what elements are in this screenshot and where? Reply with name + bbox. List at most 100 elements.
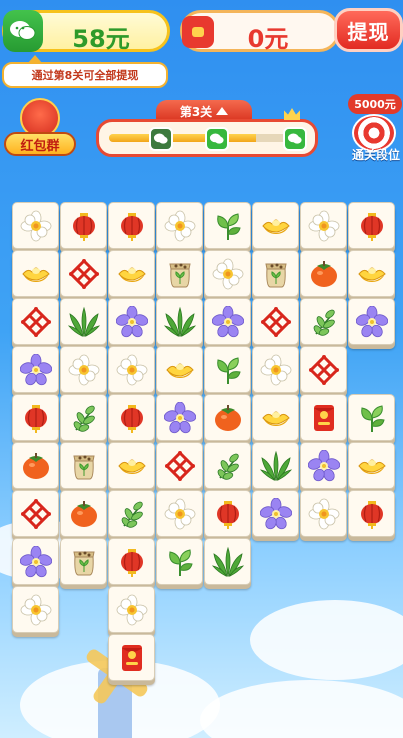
- purple-flower-icon: [259, 497, 292, 530]
- narcissus-flower-icon: [308, 210, 340, 242]
- chinese-knot-icon: [260, 306, 292, 338]
- tile[interactable]: [12, 346, 59, 393]
- tile[interactable]: [12, 490, 59, 537]
- red-lantern-icon: [116, 546, 148, 578]
- tile[interactable]: [204, 298, 251, 345]
- green-plant-sprout-icon: [356, 402, 388, 434]
- chinese-knot-icon: [308, 354, 340, 386]
- tile[interactable]: [108, 442, 155, 489]
- tile[interactable]: [156, 298, 203, 345]
- seed-bag-icon: [68, 546, 100, 578]
- narcissus-flower-icon: [164, 498, 196, 530]
- purple-flower-icon: [307, 449, 340, 482]
- chinese-knot-icon: [68, 258, 100, 290]
- purple-flower-icon: [355, 305, 388, 338]
- red-lantern-icon: [68, 210, 100, 242]
- tile[interactable]: [60, 298, 107, 345]
- gold-ingot-icon: [164, 354, 196, 386]
- herb-leaves-icon: [212, 450, 244, 482]
- tile[interactable]: [348, 298, 395, 345]
- tile[interactable]: [156, 250, 203, 297]
- tile[interactable]: [108, 202, 155, 249]
- tile[interactable]: [60, 442, 107, 489]
- tile[interactable]: [12, 538, 59, 585]
- tile[interactable]: [204, 202, 251, 249]
- tile[interactable]: [60, 490, 107, 537]
- tile[interactable]: [12, 298, 59, 345]
- tile[interactable]: [300, 298, 347, 345]
- tile-board: [0, 0, 403, 738]
- herb-leaves-icon: [68, 402, 100, 434]
- tile[interactable]: [252, 490, 299, 537]
- tile[interactable]: [348, 250, 395, 297]
- tile[interactable]: [12, 442, 59, 489]
- tile[interactable]: [156, 202, 203, 249]
- tile[interactable]: [348, 394, 395, 441]
- tile[interactable]: [156, 394, 203, 441]
- tile[interactable]: [348, 490, 395, 537]
- tile[interactable]: [156, 538, 203, 585]
- green-plant-sprout-icon: [212, 354, 244, 386]
- tile[interactable]: [12, 394, 59, 441]
- red-lantern-icon: [212, 498, 244, 530]
- tile[interactable]: [252, 394, 299, 441]
- tile[interactable]: [60, 394, 107, 441]
- tile[interactable]: [300, 442, 347, 489]
- tile[interactable]: [252, 202, 299, 249]
- red-envelope-icon: [308, 402, 340, 434]
- narcissus-flower-icon: [164, 210, 196, 242]
- tile[interactable]: [108, 634, 155, 681]
- tile[interactable]: [60, 346, 107, 393]
- tile[interactable]: [300, 346, 347, 393]
- narcissus-flower-icon: [20, 594, 52, 626]
- tile[interactable]: [108, 298, 155, 345]
- tile[interactable]: [348, 202, 395, 249]
- tile[interactable]: [108, 346, 155, 393]
- aloe-plant-icon: [67, 306, 100, 338]
- tile[interactable]: [12, 202, 59, 249]
- narcissus-flower-icon: [212, 258, 244, 290]
- tile[interactable]: [204, 346, 251, 393]
- purple-flower-icon: [163, 401, 196, 434]
- tile[interactable]: [60, 250, 107, 297]
- gold-ingot-icon: [20, 258, 52, 290]
- tile[interactable]: [252, 346, 299, 393]
- tile[interactable]: [108, 490, 155, 537]
- tile[interactable]: [12, 250, 59, 297]
- tile[interactable]: [300, 394, 347, 441]
- tile[interactable]: [156, 490, 203, 537]
- tile[interactable]: [108, 538, 155, 585]
- seed-bag-icon: [164, 258, 196, 290]
- narcissus-flower-icon: [68, 354, 100, 386]
- tile[interactable]: [204, 490, 251, 537]
- persimmon-icon: [212, 402, 244, 434]
- tile[interactable]: [108, 250, 155, 297]
- tile[interactable]: [204, 538, 251, 585]
- tile[interactable]: [156, 346, 203, 393]
- tile[interactable]: [252, 442, 299, 489]
- tile[interactable]: [204, 442, 251, 489]
- tile[interactable]: [252, 250, 299, 297]
- tile[interactable]: [60, 538, 107, 585]
- gold-ingot-icon: [356, 450, 388, 482]
- tile[interactable]: [12, 586, 59, 633]
- tile[interactable]: [204, 394, 251, 441]
- gold-ingot-icon: [116, 258, 148, 290]
- tile[interactable]: [60, 202, 107, 249]
- purple-flower-icon: [19, 545, 52, 578]
- tile[interactable]: [204, 250, 251, 297]
- tile[interactable]: [300, 490, 347, 537]
- tile[interactable]: [300, 202, 347, 249]
- tile[interactable]: [348, 442, 395, 489]
- gold-ingot-icon: [116, 450, 148, 482]
- red-envelope-icon: [116, 642, 148, 674]
- tile[interactable]: [108, 586, 155, 633]
- tile[interactable]: [108, 394, 155, 441]
- tile[interactable]: [300, 250, 347, 297]
- tile[interactable]: [156, 442, 203, 489]
- narcissus-flower-icon: [260, 354, 292, 386]
- purple-flower-icon: [211, 305, 244, 338]
- purple-flower-icon: [115, 305, 148, 338]
- chinese-knot-icon: [20, 306, 52, 338]
- tile[interactable]: [252, 298, 299, 345]
